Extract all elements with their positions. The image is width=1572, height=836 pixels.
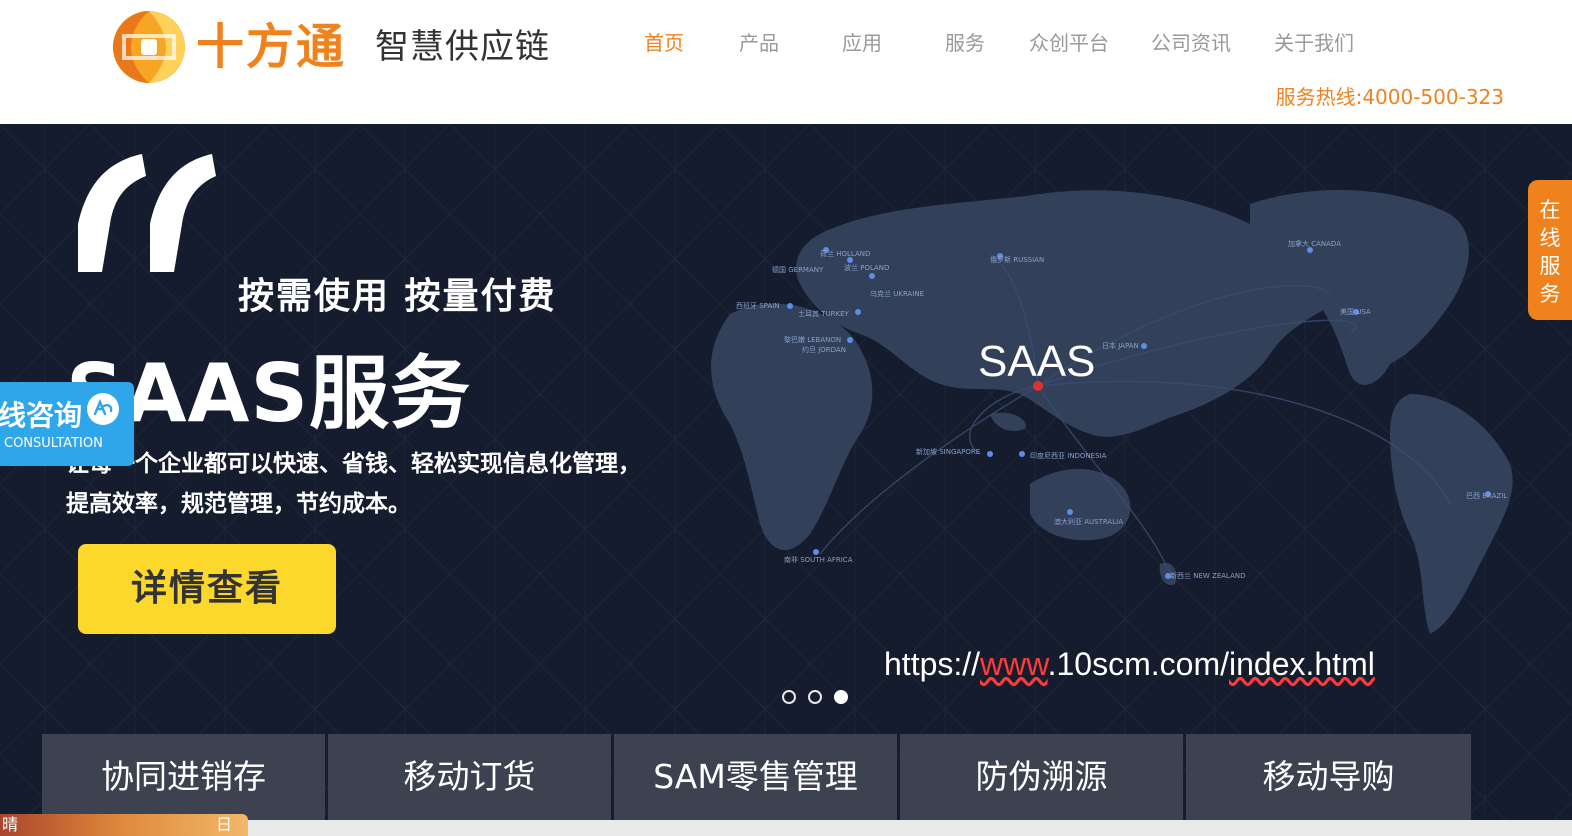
nav-item-news[interactable]: 公司资讯	[1139, 28, 1243, 58]
brand-name[interactable]: 十方通	[196, 14, 346, 80]
carousel-dot-2[interactable]	[808, 690, 822, 704]
quote-mark-icon	[78, 154, 216, 272]
url-prefix: https://	[884, 646, 981, 682]
bottom-thumbnail[interactable]: 晴 日	[0, 814, 248, 836]
carousel-dot-1[interactable]	[782, 690, 796, 704]
hero-banner: 按需使用 按量付费 SAAS服务 让每一个企业都可以快速、省钱、轻松实现信息化管…	[0, 124, 1572, 820]
map-city-label: 荷兰 HOLLAND	[820, 249, 870, 258]
online-service-tab[interactable]: 在 线 服 务	[1528, 180, 1572, 320]
map-city-label: 巴西 BRAZIL	[1466, 492, 1507, 500]
tab-retail-management[interactable]: SAM零售管理	[614, 734, 897, 820]
nav-item-products[interactable]: 产品	[707, 28, 811, 58]
view-details-button[interactable]: 详情查看	[78, 544, 336, 634]
tab-inventory[interactable]: 协同进销存	[42, 734, 325, 820]
map-city-label: 西班牙 SPAIN	[736, 301, 780, 310]
tab-anti-counterfeit[interactable]: 防伪溯源	[900, 734, 1183, 820]
online-service-label: 在 线 服 务	[1539, 198, 1561, 306]
bottom-thumb-left-text: 晴	[2, 815, 19, 834]
site-header: 十方通 智慧供应链 首页 产品 应用 服务 众创平台 公司资讯 关于我们 服务热…	[0, 0, 1572, 124]
consultation-title: 线咨询	[0, 399, 83, 432]
world-map-illustration: SAAS 荷兰 HOLLAND 德国 GERMANY 波兰 POLAND 俄罗斯…	[711, 190, 1513, 634]
nav-item-applications[interactable]: 应用	[810, 28, 914, 58]
tab-mobile-ordering[interactable]: 移动订货	[328, 734, 611, 820]
product-tabs: 协同进销存 移动订货 SAM零售管理 防伪溯源 移动导购	[42, 734, 1471, 820]
chat-icon	[87, 393, 119, 425]
tab-mobile-guide[interactable]: 移动导购	[1186, 734, 1471, 820]
bottom-thumb-right-text: 日	[216, 815, 233, 834]
map-city-label: 澳大利亚 AUSTRALIA	[1054, 517, 1123, 526]
map-city-label: 黎巴嫩 LEBANON	[784, 335, 841, 344]
map-city-label: 美国 USA	[1340, 307, 1371, 316]
map-city-label: 土耳其 TURKEY	[798, 309, 850, 318]
map-city-label: 俄罗斯 RUSSIAN	[990, 255, 1044, 264]
map-center-label: SAAS	[978, 337, 1095, 386]
url-overlay-text: https://www.10scm.com/index.html	[884, 642, 1375, 686]
map-city-label: 南非 SOUTH AFRICA	[784, 555, 853, 564]
map-city-label: 德国 GERMANY	[772, 265, 824, 274]
map-city-label: 印度尼西亚 INDONESIA	[1030, 451, 1107, 460]
carousel-dot-3[interactable]	[834, 690, 848, 704]
nav-item-platform[interactable]: 众创平台	[1017, 28, 1121, 58]
logo-icon[interactable]	[108, 6, 190, 88]
online-consultation-widget[interactable]: 线咨询 CONSULTATION	[0, 382, 134, 466]
map-city-label: 加拿大 CANADA	[1288, 239, 1341, 248]
brand-slogan: 智慧供应链	[375, 27, 550, 67]
banner-tagline: 按需使用 按量付费	[238, 276, 557, 317]
url-index: index.html	[1228, 646, 1375, 682]
map-city-label: 新加坡 SINGAPORE	[916, 447, 980, 456]
map-city-label: 乌克兰 UKRAINE	[870, 289, 924, 298]
map-city-label: 约旦 JORDAN	[802, 345, 846, 354]
map-city-label: 日本 JAPAN	[1102, 341, 1139, 350]
service-hotline: 服务热线:4000-500-323	[1275, 85, 1504, 109]
map-city-label: 新西兰 NEW ZEALAND	[1170, 571, 1246, 580]
nav-item-home[interactable]: 首页	[612, 28, 716, 58]
banner-description: 让每一个企业都可以快速、省钱、轻松实现信息化管理，提高效率，规范管理，节约成本。	[66, 451, 641, 517]
nav-item-about[interactable]: 关于我们	[1262, 28, 1366, 58]
map-city-label: 波兰 POLAND	[844, 263, 889, 272]
url-middle: .10scm.com/	[1047, 646, 1229, 682]
main-nav: 首页 产品 应用 服务 众创平台 公司资讯 关于我们	[612, 28, 1392, 58]
consultation-subtitle: CONSULTATION	[4, 436, 103, 451]
url-www: www	[980, 646, 1048, 682]
nav-item-services[interactable]: 服务	[913, 28, 1017, 58]
